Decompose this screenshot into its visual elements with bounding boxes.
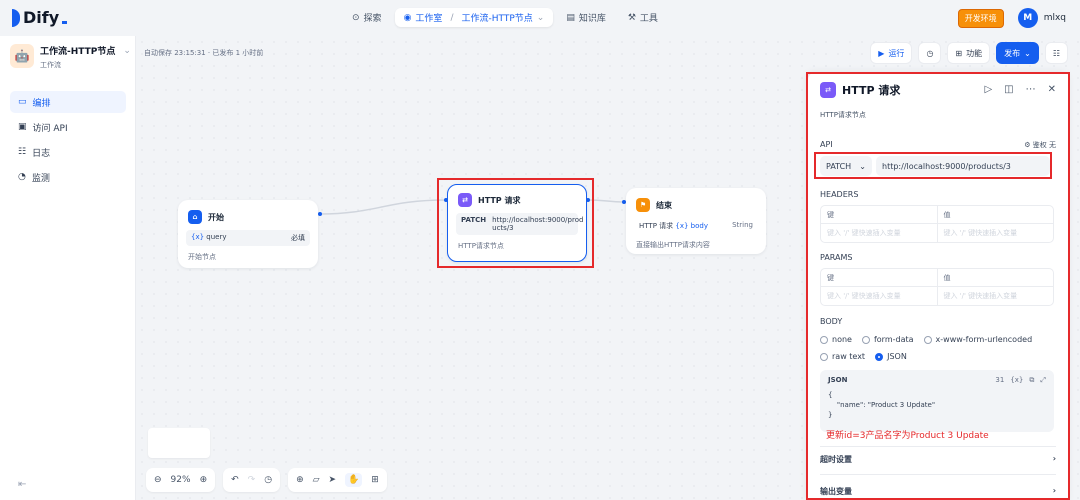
end-var-row: HTTP 请求 {x} body String xyxy=(634,218,758,234)
pointer-icon[interactable]: ➤ xyxy=(329,475,337,485)
port-start-out xyxy=(318,212,322,216)
user-menu[interactable]: M mlxq xyxy=(1017,8,1066,28)
top-bar: Dify ⊙ 探索 ◉ 工作室 / 工作流-HTTP节点 ⌄ ▤ 知识库 ⚒ 工… xyxy=(0,0,1080,36)
layout-organize-icon[interactable]: ⊞ xyxy=(371,475,379,485)
edge-start-http xyxy=(319,199,447,215)
chevron-down-icon: ⌄ xyxy=(123,45,131,56)
zoom-in-icon[interactable]: ⊕ xyxy=(200,475,208,485)
sidebar-item-logs[interactable]: ☷ 日志 xyxy=(10,141,126,163)
nav-explore[interactable]: ⊙ 探索 xyxy=(343,8,391,27)
start-var-row: {x} query 必填 xyxy=(186,230,310,246)
brand-name: Dify xyxy=(23,8,60,27)
node-start[interactable]: ⌂ 开始 {x} query 必填 开始节点 xyxy=(178,200,318,268)
app-robot-icon: 🤖 xyxy=(10,44,34,68)
app-name: 工作流-HTTP节点 xyxy=(40,47,116,57)
undo-icon[interactable]: ↶ xyxy=(231,475,239,485)
robot-icon: ◉ xyxy=(403,12,412,23)
collapse-sidebar-icon[interactable]: ⇤ xyxy=(18,479,26,490)
home-icon: ⌂ xyxy=(188,210,202,224)
logo-dot xyxy=(62,21,68,24)
http-icon: ⇄ xyxy=(458,193,472,207)
zoom-control: ⊖ 92% ⊕ xyxy=(146,468,216,492)
log-icon: ☷ xyxy=(18,147,27,157)
dify-logo[interactable]: Dify xyxy=(12,8,68,27)
nav-knowledge[interactable]: ▤ 知识库 xyxy=(557,8,615,27)
breadcrumb-app[interactable]: 工作流-HTTP节点 xyxy=(461,11,532,24)
user-name: mlxq xyxy=(1043,13,1066,23)
chevron-down-icon: ⌄ xyxy=(536,12,545,23)
add-node-icon[interactable]: ⊕ xyxy=(296,475,304,485)
logo-mark-icon xyxy=(12,8,20,27)
history-controls: ↶ ↷ ◷ xyxy=(223,468,281,492)
sidebar: 🤖 工作流-HTTP节点 ⌄ 工作流 ▭ 编排 ▣ 访问 API ☷ 日志 ◔ … xyxy=(0,36,136,500)
monitor-icon: ◔ xyxy=(18,172,26,182)
flag-icon: ⚑ xyxy=(636,198,650,212)
bottom-toolbar: ⊖ 92% ⊕ ↶ ↷ ◷ ⊕ ▱ ➤ ✋ ⊞ xyxy=(146,468,387,492)
terminal-icon: ▣ xyxy=(18,122,27,132)
node-http-request[interactable]: ⇄ HTTP 请求 PATCH http://localhost:9000/pr… xyxy=(447,184,587,262)
hammer-icon: ⚒ xyxy=(627,12,636,23)
nav-tools[interactable]: ⚒ 工具 xyxy=(619,8,667,27)
avatar: M xyxy=(1017,8,1038,28)
highlight-box-panel xyxy=(806,72,1070,500)
canvas-mode-controls: ⊕ ▱ ➤ ✋ ⊞ xyxy=(288,468,387,492)
app-header[interactable]: 🤖 工作流-HTTP节点 ⌄ 工作流 xyxy=(10,44,131,70)
redo-icon[interactable]: ↷ xyxy=(248,475,256,485)
sidebar-item-api[interactable]: ▣ 访问 API xyxy=(10,116,126,138)
compass-icon: ⊙ xyxy=(352,12,360,23)
nav-studio[interactable]: ◉ 工作室 / 工作流-HTTP节点 ⌄ xyxy=(394,8,554,27)
zoom-out-icon[interactable]: ⊖ xyxy=(154,475,162,485)
sidebar-item-monitor[interactable]: ◔ 监测 xyxy=(10,166,126,188)
zoom-level[interactable]: 92% xyxy=(171,475,191,485)
side-menu: ▭ 编排 ▣ 访问 API ☷ 日志 ◔ 监测 xyxy=(10,91,126,191)
layout-icon: ▭ xyxy=(18,97,27,107)
book-icon: ▤ xyxy=(566,12,575,23)
app-type: 工作流 xyxy=(40,61,61,69)
http-url-row: PATCH http://localhost:9000/prod ucts/3 xyxy=(456,213,583,235)
minimap[interactable] xyxy=(148,428,210,458)
sidebar-item-orchestrate[interactable]: ▭ 编排 xyxy=(10,91,126,113)
env-badge: 开发环境 xyxy=(957,8,1004,28)
main-nav: ⊙ 探索 ◉ 工作室 / 工作流-HTTP节点 ⌄ ▤ 知识库 ⚒ 工具 xyxy=(343,8,667,27)
node-end[interactable]: ⚑ 结束 HTTP 请求 {x} body String 直接输出HTTP请求内… xyxy=(626,188,766,254)
note-icon[interactable]: ▱ xyxy=(313,475,320,485)
hand-icon[interactable]: ✋ xyxy=(345,473,363,487)
history-icon[interactable]: ◷ xyxy=(264,475,272,485)
